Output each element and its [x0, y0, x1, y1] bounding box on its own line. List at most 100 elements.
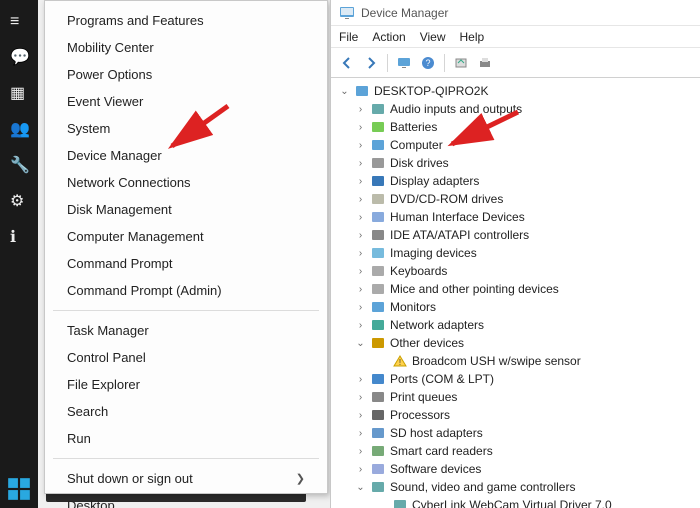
menu-item-shut-down-or-sign-out[interactable]: Shut down or sign out❯ [45, 465, 327, 492]
expand-icon[interactable]: › [355, 428, 366, 439]
tree-category-smart-card-readers[interactable]: ›Smart card readers [337, 442, 694, 460]
menu-item-system[interactable]: System [45, 115, 327, 142]
people-icon[interactable]: 👥 [10, 122, 28, 140]
tree-category-imaging-devices[interactable]: ›Imaging devices [337, 244, 694, 262]
tree-category-sound-video-and-game-controllers[interactable]: ⌄ Sound, video and game controllers [337, 478, 694, 496]
device-tree: ⌄DESKTOP-QIPRO2K›Audio inputs and output… [331, 78, 700, 508]
gear-icon[interactable]: ⚙ [10, 194, 28, 212]
menu-item-task-manager[interactable]: Task Manager [45, 317, 327, 344]
menu-item-power-options[interactable]: Power Options [45, 61, 327, 88]
grid-icon[interactable]: ▦ [10, 86, 28, 104]
tree-category-batteries[interactable]: › Batteries [337, 118, 694, 136]
tree-node-label: Sound, video and game controllers [390, 480, 575, 494]
expand-icon[interactable]: › [355, 194, 366, 205]
expand-icon[interactable]: › [355, 374, 366, 385]
tree-category-network-adapters[interactable]: ›Network adapters [337, 316, 694, 334]
tree-node-label: CyberLink WebCam Virtual Driver 7.0 [412, 498, 612, 508]
tree-node-label: Keyboards [390, 264, 447, 278]
expand-icon[interactable]: › [355, 248, 366, 259]
menu-item-run[interactable]: Run [45, 425, 327, 452]
tree-node-label: Monitors [390, 300, 436, 314]
menu-item-label: Search [67, 404, 108, 419]
expand-icon[interactable]: › [355, 392, 366, 403]
expand-icon[interactable]: › [355, 140, 366, 151]
menu-item-file-explorer[interactable]: File Explorer [45, 371, 327, 398]
help-icon[interactable]: ? [418, 53, 438, 73]
tree-category-human-interface-devices[interactable]: › Human Interface Devices [337, 208, 694, 226]
svg-text:!: ! [399, 358, 401, 367]
menu-item-mobility-center[interactable]: Mobility Center [45, 34, 327, 61]
menu-item-search[interactable]: Search [45, 398, 327, 425]
menu-item-event-viewer[interactable]: Event Viewer [45, 88, 327, 115]
forward-icon[interactable] [361, 53, 381, 73]
tree-category-ports-com-lpt[interactable]: › Ports (COM & LPT) [337, 370, 694, 388]
tree-device-broadcom-ush-w-swipe-sensor[interactable]: !Broadcom USH w/swipe sensor [337, 352, 694, 370]
menu-item-desktop[interactable]: Desktop [45, 492, 327, 508]
menu-item-label: Control Panel [67, 350, 146, 365]
menu-item-device-manager[interactable]: Device Manager [45, 142, 327, 169]
computer-icon [370, 138, 386, 152]
tree-category-software-devices[interactable]: › Software devices [337, 460, 694, 478]
tree-category-ide-ata-atapi-controllers[interactable]: ›IDE ATA/ATAPI controllers [337, 226, 694, 244]
tree-node-label: Ports (COM & LPT) [390, 372, 494, 386]
tree-category-mice-and-other-pointing-devices[interactable]: ›Mice and other pointing devices [337, 280, 694, 298]
tree-node-label: Human Interface Devices [390, 210, 525, 224]
chat-icon[interactable]: 💬 [10, 50, 28, 68]
tree-node-label: Software devices [390, 462, 481, 476]
tree-category-keyboards[interactable]: › Keyboards [337, 262, 694, 280]
scan-icon[interactable] [451, 53, 471, 73]
tree-category-other-devices[interactable]: ⌄Other devices [337, 334, 694, 352]
expand-icon[interactable]: › [355, 464, 366, 475]
back-icon[interactable] [337, 53, 357, 73]
menu-item-label: Task Manager [67, 323, 149, 338]
wrench-icon[interactable]: 🔧 [10, 158, 28, 176]
tree-category-monitors[interactable]: › Monitors [337, 298, 694, 316]
tree-category-disk-drives[interactable]: ›Disk drives [337, 154, 694, 172]
expand-icon[interactable]: › [355, 212, 366, 223]
mouse-icon [370, 282, 386, 296]
expand-icon[interactable]: › [355, 122, 366, 133]
collapse-icon[interactable]: ⌄ [339, 86, 350, 97]
tree-device-cyberlink-webcam-virtual-driver-7-0[interactable]: CyberLink WebCam Virtual Driver 7.0 [337, 496, 694, 508]
expand-icon[interactable]: › [355, 320, 366, 331]
expand-icon[interactable]: › [355, 266, 366, 277]
menu-item-programs-and-features[interactable]: Programs and Features [45, 7, 327, 34]
tree-category-processors[interactable]: ›Processors [337, 406, 694, 424]
collapse-icon[interactable]: ⌄ [355, 338, 366, 349]
menu-item-control-panel[interactable]: Control Panel [45, 344, 327, 371]
tree-category-sd-host-adapters[interactable]: ›SD host adapters [337, 424, 694, 442]
collapse-icon[interactable]: ⌄ [355, 482, 366, 493]
expand-icon[interactable]: › [355, 446, 366, 457]
start-button-icon[interactable] [6, 476, 32, 502]
tree-node-label: Batteries [390, 120, 437, 134]
expand-icon[interactable]: › [355, 158, 366, 169]
monitor-icon[interactable] [394, 53, 414, 73]
expand-icon[interactable]: › [355, 410, 366, 421]
menu-file[interactable]: File [339, 30, 358, 44]
menu-action[interactable]: Action [372, 30, 405, 44]
other-icon [370, 336, 386, 350]
expand-icon[interactable]: › [355, 230, 366, 241]
tree-category-dvd-cd-rom-drives[interactable]: ›DVD/CD-ROM drives [337, 190, 694, 208]
menu-item-computer-management[interactable]: Computer Management [45, 223, 327, 250]
tree-root-desktop-qipro2k[interactable]: ⌄DESKTOP-QIPRO2K [337, 82, 694, 100]
tree-category-display-adapters[interactable]: ›Display adapters [337, 172, 694, 190]
expand-icon[interactable]: › [355, 104, 366, 115]
expand-icon[interactable]: › [355, 284, 366, 295]
tree-category-print-queues[interactable]: ›Print queues [337, 388, 694, 406]
expand-icon[interactable]: › [355, 176, 366, 187]
imaging-icon [370, 246, 386, 260]
printer-icon[interactable] [475, 53, 495, 73]
audio-icon [370, 102, 386, 116]
expand-icon[interactable]: › [355, 302, 366, 313]
menu-item-command-prompt[interactable]: Command Prompt [45, 250, 327, 277]
tree-category-computer[interactable]: ›Computer [337, 136, 694, 154]
tree-category-audio-inputs-and-outputs[interactable]: ›Audio inputs and outputs [337, 100, 694, 118]
menu-help[interactable]: Help [460, 30, 485, 44]
info-icon[interactable]: ℹ [10, 230, 28, 248]
menu-view[interactable]: View [420, 30, 446, 44]
menu-item-network-connections[interactable]: Network Connections [45, 169, 327, 196]
menu-item-command-prompt-admin[interactable]: Command Prompt (Admin) [45, 277, 327, 304]
menu-icon[interactable]: ≡ [10, 14, 28, 32]
menu-item-disk-management[interactable]: Disk Management [45, 196, 327, 223]
